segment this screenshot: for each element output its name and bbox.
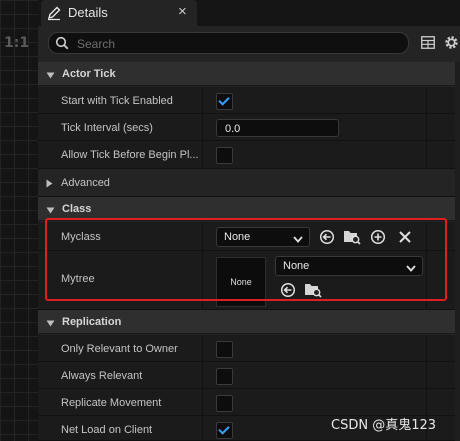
property-label: Replicate Movement	[61, 397, 162, 409]
browse-folder-icon[interactable]	[343, 228, 361, 248]
chevron-down-icon	[46, 205, 55, 217]
close-icon[interactable]: ×	[178, 3, 187, 20]
only-relevant-checkbox[interactable]	[216, 341, 233, 358]
property-row-mytree: Mytree None None	[38, 251, 455, 310]
search-icon	[55, 36, 69, 53]
myclass-dropdown[interactable]: None	[216, 227, 310, 247]
property-label: Tick Interval (secs)	[61, 122, 153, 134]
asset-thumbnail[interactable]: None	[216, 257, 266, 307]
tab-bar: Details ×	[38, 0, 460, 26]
property-row-only-relevant: Only Relevant to Owner	[38, 335, 455, 362]
dropdown-value: None	[283, 260, 310, 272]
property-row-tick-interval: Tick Interval (secs) 0.0	[38, 114, 455, 141]
property-row-always-relevant: Always Relevant	[38, 362, 455, 389]
property-row-replicate-movement: Replicate Movement	[38, 389, 455, 416]
section-replication[interactable]: Replication	[38, 310, 455, 334]
mytree-dropdown[interactable]: None	[275, 256, 423, 276]
add-icon[interactable]	[370, 229, 386, 248]
search-box[interactable]	[48, 32, 409, 54]
net-load-checkbox[interactable]	[216, 422, 233, 439]
chevron-down-icon	[406, 263, 416, 275]
clear-icon[interactable]	[398, 230, 412, 247]
scrollbar[interactable]	[455, 62, 460, 441]
property-row-start-with-tick: Start with Tick Enabled	[38, 87, 455, 114]
table-view-icon[interactable]	[421, 36, 435, 52]
advanced-label: Advanced	[61, 177, 110, 189]
dropdown-value: None	[224, 231, 251, 243]
gear-icon[interactable]	[443, 34, 460, 54]
section-label: Actor Tick	[62, 68, 116, 80]
search-row	[38, 28, 460, 56]
section-label: Class	[62, 203, 92, 215]
tab-details[interactable]: Details ×	[41, 0, 197, 26]
section-class[interactable]: Class	[38, 197, 455, 221]
property-label: Only Relevant to Owner	[61, 343, 178, 355]
always-relevant-checkbox[interactable]	[216, 368, 233, 385]
property-label: Net Load on Client	[61, 424, 153, 436]
chevron-down-icon	[293, 234, 303, 246]
viewport-ratio-label: 1:1	[4, 35, 30, 51]
search-input[interactable]	[75, 34, 399, 54]
viewport-edge: 1:1	[0, 0, 38, 441]
start-with-tick-checkbox[interactable]	[216, 93, 233, 110]
property-label: Mytree	[61, 273, 95, 285]
advanced-expander-row[interactable]: Advanced	[38, 169, 455, 197]
property-row-myclass: Myclass None	[38, 222, 455, 251]
property-label: Start with Tick Enabled	[61, 95, 173, 107]
chevron-down-icon	[46, 318, 55, 330]
browse-folder-icon[interactable]	[304, 281, 322, 301]
thumbnail-label: None	[230, 277, 252, 287]
watermark: CSDN @真鬼123	[331, 418, 437, 433]
use-selected-icon[interactable]	[280, 282, 296, 301]
property-label: Myclass	[61, 231, 101, 243]
chevron-right-icon	[46, 179, 53, 191]
property-label: Allow Tick Before Begin Pl...	[61, 149, 199, 161]
property-row-allow-tick: Allow Tick Before Begin Pl...	[38, 141, 455, 169]
use-selected-icon[interactable]	[319, 229, 335, 248]
tab-title: Details	[68, 5, 108, 20]
replicate-movement-checkbox[interactable]	[216, 395, 233, 412]
pencil-icon	[46, 5, 62, 24]
tick-interval-field[interactable]: 0.0	[216, 119, 339, 137]
allow-tick-checkbox[interactable]	[216, 147, 233, 164]
section-actor-tick[interactable]: Actor Tick	[38, 62, 455, 86]
property-label: Always Relevant	[61, 370, 143, 382]
chevron-down-icon	[46, 70, 55, 82]
details-panel: Details × Search Actor Tick Start with T…	[38, 0, 460, 441]
section-label: Replication	[62, 316, 122, 328]
